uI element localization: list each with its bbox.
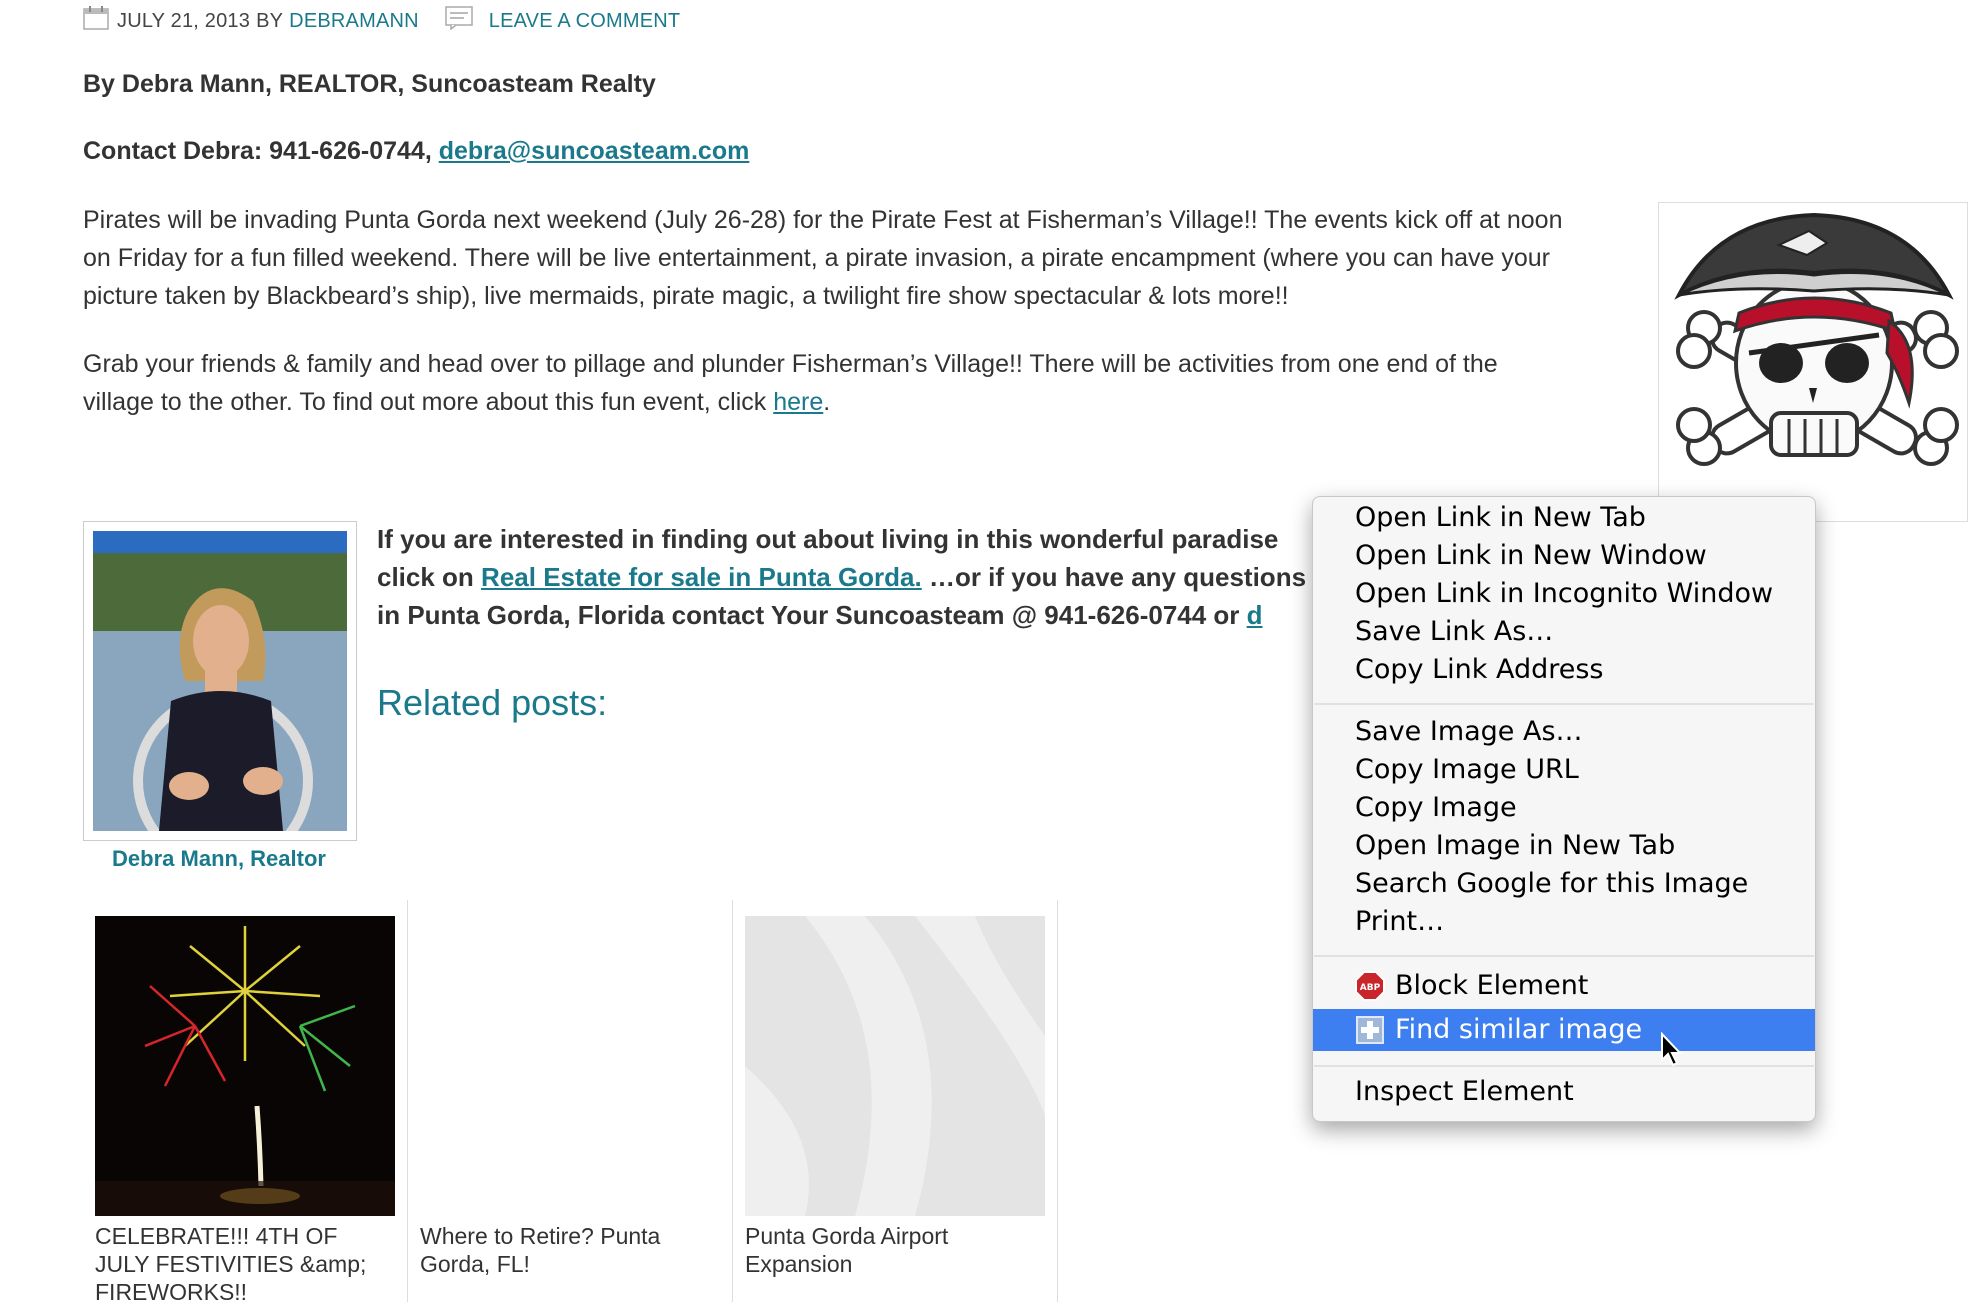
pirate-skull-illustration <box>1674 212 1959 466</box>
blank-thumbnail[interactable] <box>420 916 720 1216</box>
contact-link[interactable]: d <box>1247 600 1263 630</box>
menu-separator <box>1314 703 1814 705</box>
author-photo <box>93 531 347 831</box>
paragraph-1: Pirates will be invading Punta Gorda nex… <box>83 201 1643 315</box>
placeholder-thumbnail[interactable] <box>745 916 1045 1216</box>
calendar-icon <box>83 6 109 36</box>
paragraph-1-line: Pirates will be invading Punta Gorda nex… <box>83 206 1563 234</box>
post-meta: JULY 21, 2013 BY DEBRAMANN LEAVE A COMME… <box>83 6 680 36</box>
related-post-card[interactable]: Where to Retire? Punta Gorda, FL! <box>408 900 733 1302</box>
byline: By Debra Mann, REALTOR, Suncoasteam Real… <box>83 70 656 98</box>
adblock-icon: ABP <box>1355 971 1385 1001</box>
pirate-skull-image[interactable] <box>1658 202 1968 522</box>
menu-item-inspect-element[interactable]: Inspect Element <box>1355 1073 1574 1111</box>
contact-line: Contact Debra: 941-626-0744, debra@sunco… <box>83 137 749 166</box>
menu-item-open-link-incognito[interactable]: Open Link in Incognito Window <box>1355 575 1773 613</box>
post-author-link[interactable]: DEBRAMANN <box>289 10 419 33</box>
menu-item-open-link-new-tab[interactable]: Open Link in New Tab <box>1355 499 1646 537</box>
menu-item-copy-image[interactable]: Copy Image <box>1355 789 1517 827</box>
related-posts-heading: Related posts: <box>377 682 608 723</box>
fireworks-thumbnail[interactable] <box>95 916 395 1216</box>
menu-item-open-link-new-window[interactable]: Open Link in New Window <box>1355 537 1707 575</box>
comment-icon <box>445 6 473 36</box>
mouse-cursor-icon <box>1660 1031 1684 1068</box>
menu-item-save-link-as[interactable]: Save Link As… <box>1355 613 1553 651</box>
paragraph-2: Grab your friends & family and head over… <box>83 345 1643 421</box>
paragraph-2-line: Grab your friends & family and head over… <box>83 350 1498 378</box>
here-link[interactable]: here <box>773 388 823 416</box>
menu-item-block-element[interactable]: Block Element <box>1395 967 1588 1005</box>
interest-text: click on <box>377 562 482 592</box>
paragraph-1-line: on Friday for a fun filled weekend. Ther… <box>83 244 1550 272</box>
leave-comment-link[interactable]: LEAVE A COMMENT <box>489 10 681 33</box>
contact-email-link[interactable]: debra@suncoasteam.com <box>439 137 750 165</box>
menu-separator <box>1314 955 1814 957</box>
related-post-title[interactable]: Where to Retire? Punta Gorda, FL! <box>420 1222 720 1278</box>
paragraph-1-line: picture taken by Blackbeard’s ship), liv… <box>83 282 1289 310</box>
extension-icon <box>1355 1015 1385 1045</box>
real-estate-link[interactable]: Real Estate for sale in Punta Gorda. <box>481 562 922 592</box>
menu-item-copy-image-url[interactable]: Copy Image URL <box>1355 751 1579 789</box>
paragraph-2-text: village to the other. To find out more a… <box>83 388 774 416</box>
menu-item-search-google-image[interactable]: Search Google for this Image <box>1355 865 1748 903</box>
related-post-card[interactable]: Punta Gorda Airport Expansion <box>733 900 1058 1302</box>
related-post-card[interactable]: CELEBRATE!!! 4TH OF JULY FESTIVITIES &am… <box>83 900 408 1305</box>
post-date: JULY 21, 2013 <box>117 9 251 32</box>
context-menu: Open Link in New Tab Open Link in New Wi… <box>1312 496 1816 1122</box>
author-caption: Debra Mann, Realtor <box>112 846 326 871</box>
adblock-badge-text: ABP <box>1360 983 1381 993</box>
post-by: BY <box>256 9 284 32</box>
menu-separator <box>1314 1065 1814 1067</box>
menu-item-open-image-new-tab[interactable]: Open Image in New Tab <box>1355 827 1675 865</box>
contact-prefix: Contact Debra: 941-626-0744, <box>83 137 439 165</box>
menu-item-find-similar-image[interactable]: Find similar image <box>1313 1009 1815 1051</box>
paragraph-2-suffix: . <box>823 388 831 416</box>
menu-item-save-image-as[interactable]: Save Image As… <box>1355 713 1583 751</box>
related-post-title[interactable]: CELEBRATE!!! 4TH OF JULY FESTIVITIES &am… <box>95 1222 395 1306</box>
paragraph-2-line: village to the other. To find out more a… <box>83 383 1643 421</box>
menu-item-label: Find similar image <box>1395 1014 1643 1045</box>
menu-item-print[interactable]: Print… <box>1355 903 1444 941</box>
author-photo-frame[interactable] <box>83 521 357 841</box>
interest-text: in Punta Gorda, Florida contact Your Sun… <box>377 600 1247 630</box>
menu-item-copy-link-address[interactable]: Copy Link Address <box>1355 651 1603 689</box>
related-post-title[interactable]: Punta Gorda Airport Expansion <box>745 1222 1045 1278</box>
